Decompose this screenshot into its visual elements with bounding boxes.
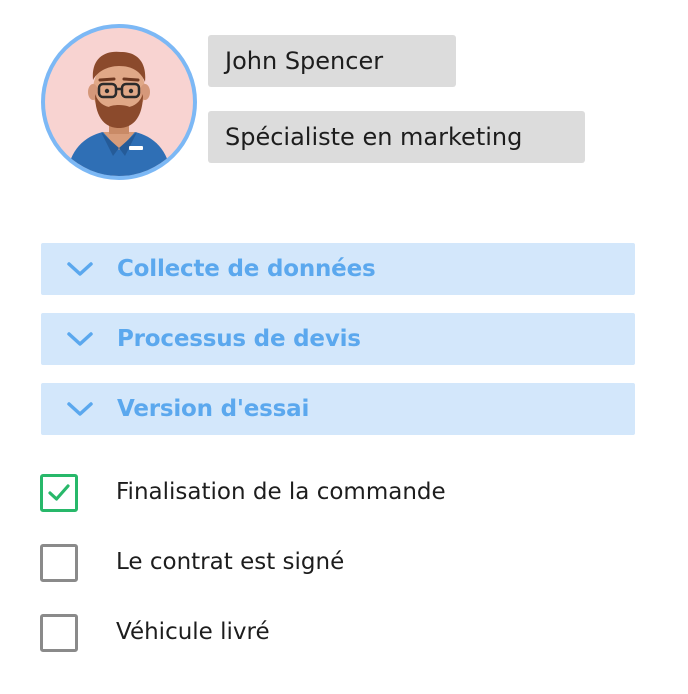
chevron-down-icon — [67, 402, 93, 416]
chevron-down-icon — [67, 262, 93, 276]
person-avatar-icon — [67, 51, 171, 176]
checklist-label: Finalisation de la commande — [116, 479, 446, 505]
checklist-item-vehicule: Véhicule livré — [40, 614, 640, 654]
checkbox-checked[interactable] — [40, 474, 78, 512]
checklist-label: Véhicule livré — [116, 619, 270, 645]
checkbox-unchecked[interactable] — [40, 614, 78, 652]
checkbox-unchecked[interactable] — [40, 544, 78, 582]
checkmark-icon — [48, 484, 70, 501]
section-label: Processus de devis — [117, 326, 361, 352]
checklist-item-contrat: Le contrat est signé — [40, 544, 640, 584]
section-processus-de-devis[interactable]: Processus de devis — [41, 313, 635, 365]
profile-role: Spécialiste en marketing — [208, 111, 585, 163]
section-collecte-de-donnees[interactable]: Collecte de données — [41, 243, 635, 295]
section-version-d-essai[interactable]: Version d'essai — [41, 383, 635, 435]
checklist-label: Le contrat est signé — [116, 549, 345, 575]
section-label: Version d'essai — [117, 396, 310, 422]
profile-name: John Spencer — [208, 35, 456, 87]
chevron-down-icon — [67, 332, 93, 346]
section-label: Collecte de données — [117, 256, 376, 282]
checklist-item-finalisation: Finalisation de la commande — [40, 474, 640, 514]
avatar[interactable] — [41, 24, 197, 180]
